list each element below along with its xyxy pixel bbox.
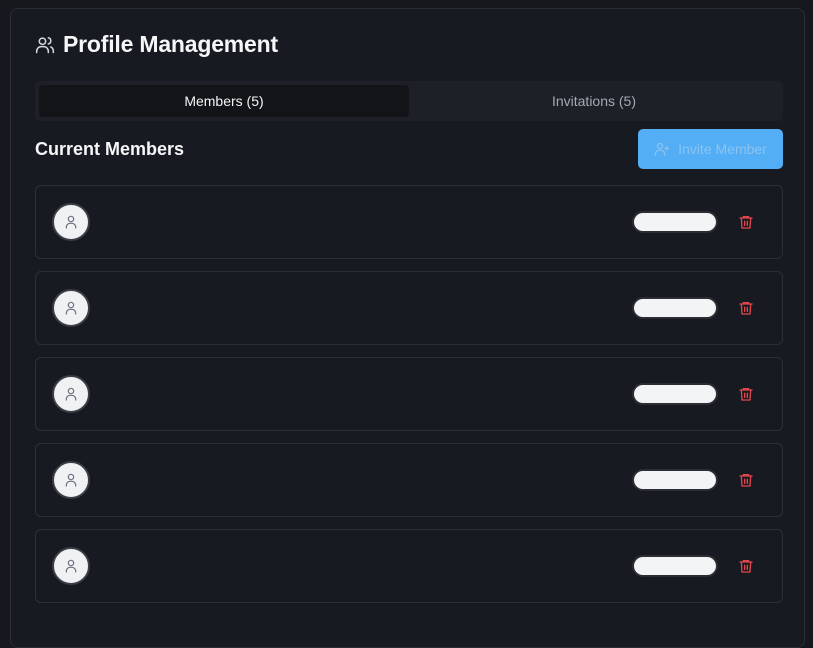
avatar [52,289,90,327]
user-icon [65,301,77,315]
role-select[interactable] [632,555,718,577]
delete-member-button[interactable] [736,556,756,576]
role-select[interactable] [632,469,718,491]
card-header: Profile Management [35,31,278,58]
trash-icon [739,474,753,487]
member-row [35,185,783,259]
trash-icon [739,560,753,573]
users-icon [35,35,55,55]
invite-member-label: Invite Member [678,141,767,157]
member-list [35,185,783,615]
role-select[interactable] [632,211,718,233]
delete-member-button[interactable] [736,212,756,232]
page-title: Profile Management [63,31,278,57]
trash-icon [739,216,753,229]
user-plus-icon [654,141,670,157]
tab-bar: Members (5) Invitations (5) [35,81,783,121]
user-icon [65,473,77,487]
trash-icon [739,388,753,401]
user-icon [65,215,77,229]
user-icon [65,559,77,573]
section-title: Current Members [35,139,185,159]
profile-management-card: Profile Management Members (5) Invitatio… [10,8,805,648]
delete-member-button[interactable] [736,470,756,490]
tab-members[interactable]: Members (5) [39,85,409,117]
avatar [52,375,90,413]
member-row [35,357,783,431]
tab-invitations[interactable]: Invitations (5) [409,85,779,117]
role-select[interactable] [632,297,718,319]
member-row [35,529,783,603]
role-select[interactable] [632,383,718,405]
trash-icon [739,302,753,315]
delete-member-button[interactable] [736,298,756,318]
member-row [35,443,783,517]
avatar [52,547,90,585]
avatar [52,203,90,241]
invite-member-button[interactable]: Invite Member [638,129,783,169]
member-row [35,271,783,345]
delete-member-button[interactable] [736,384,756,404]
avatar [52,461,90,499]
user-icon [65,387,77,401]
